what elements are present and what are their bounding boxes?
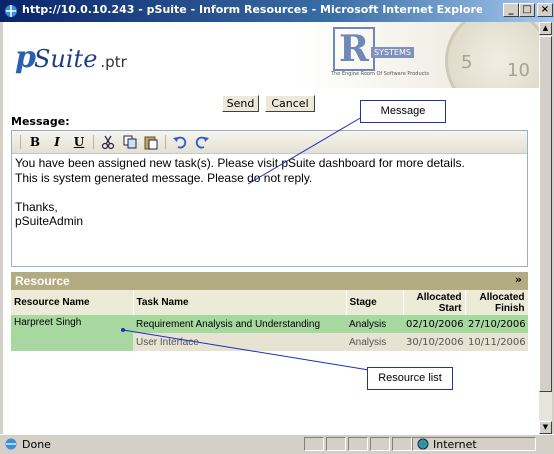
collapse-icon[interactable]: »	[515, 273, 522, 286]
toolbar-separator	[165, 135, 166, 149]
ie-icon	[5, 5, 17, 17]
bold-button[interactable]: B	[27, 134, 43, 150]
stage-cell: Analysis	[346, 333, 403, 351]
task-name-cell: User Interface	[133, 333, 346, 351]
status-cell	[326, 437, 346, 451]
cancel-button[interactable]: Cancel	[265, 95, 315, 112]
undo-icon[interactable]	[172, 134, 188, 150]
message-label: Message:	[11, 115, 70, 128]
zone-text: Internet	[433, 438, 477, 451]
page-header: pSuite .ptr R SYSTEMS The Engine Room Of …	[3, 22, 539, 88]
scroll-up-icon[interactable]: ▲	[539, 22, 552, 35]
message-editor: B I U You have been assigned new task(s)…	[11, 130, 528, 267]
zone-cell: Internet	[412, 437, 536, 451]
page-icon	[5, 438, 17, 450]
finish-date-cell: 10/11/2006	[465, 333, 528, 351]
logo-suite: Suite	[33, 45, 98, 73]
status-bar: Done Internet	[0, 434, 554, 454]
logo-ptr: .ptr	[100, 53, 127, 71]
redo-icon[interactable]	[194, 134, 210, 150]
status-cell	[304, 437, 324, 451]
logo-p: p	[15, 40, 36, 75]
send-button[interactable]: Send	[222, 95, 259, 112]
paste-icon[interactable]	[143, 134, 159, 150]
italic-button[interactable]: I	[49, 134, 65, 150]
copy-icon[interactable]	[122, 134, 138, 150]
message-body[interactable]: You have been assigned new task(s). Plea…	[15, 156, 520, 264]
column-header-stage[interactable]: Stage	[346, 290, 404, 315]
column-header-task-name[interactable]: Task Name	[133, 290, 347, 315]
status-cell	[370, 437, 390, 451]
clock-number: 5	[461, 52, 473, 73]
task-name-cell: Requirement Analysis and Understanding	[133, 315, 346, 333]
title-bar: http://10.0.10.243 - pSuite - Inform Res…	[0, 0, 554, 22]
message-callout: Message	[360, 100, 446, 123]
status-cell	[392, 437, 412, 451]
r-systems-logo: R SYSTEMS The Engine Room Of Software Pr…	[331, 27, 439, 82]
resource-section-header: Resource »	[11, 272, 528, 290]
globe-icon	[417, 438, 429, 450]
status-cell	[348, 437, 368, 451]
psuite-logo: pSuite .ptr	[15, 40, 127, 75]
scroll-down-icon[interactable]: ▼	[539, 421, 552, 434]
table-header-row: Resource Name Task Name Stage Allocated …	[11, 290, 529, 315]
resource-title: Resource	[15, 274, 70, 288]
clock-graphic: 5 10	[443, 22, 539, 88]
stage-cell: Analysis	[346, 315, 403, 333]
close-button[interactable]: ×	[537, 3, 553, 17]
resource-table: Resource Name Task Name Stage Allocated …	[11, 290, 529, 351]
toolbar-separator	[93, 135, 94, 149]
r-systems-tagline: The Engine Room Of Software Products	[331, 71, 429, 77]
cut-icon[interactable]	[100, 134, 116, 150]
scroll-thumb[interactable]	[539, 36, 552, 392]
column-header-allocated-finish[interactable]: Allocated Finish	[465, 290, 529, 315]
underline-button[interactable]: U	[71, 134, 87, 150]
minimize-button[interactable]: _	[503, 3, 519, 17]
status-text: Done	[22, 438, 51, 451]
resource-name-cell: Harpreet Singh	[11, 315, 133, 351]
maximize-button[interactable]: □	[519, 3, 535, 17]
vertical-scrollbar[interactable]: ▲ ▼	[539, 22, 552, 434]
finish-date-cell: 27/10/2006	[465, 315, 528, 333]
clock-number: 10	[507, 60, 530, 81]
column-header-allocated-start[interactable]: Allocated Start	[403, 290, 466, 315]
table-row[interactable]: Harpreet Singh Requirement Analysis and …	[11, 315, 528, 351]
r-systems-name: SYSTEMS	[371, 47, 414, 58]
start-date-cell: 02/10/2006	[403, 315, 465, 333]
editor-toolbar: B I U	[12, 131, 527, 154]
start-date-cell: 30/10/2006	[403, 333, 465, 351]
window-title: http://10.0.10.243 - pSuite - Inform Res…	[22, 3, 482, 16]
column-header-resource-name[interactable]: Resource Name	[11, 290, 134, 315]
resource-list-callout: Resource list	[367, 367, 453, 390]
r-systems-mark: R	[333, 27, 375, 71]
page-content: pSuite .ptr R SYSTEMS The Engine Room Of …	[3, 22, 539, 434]
toolbar-separator	[20, 135, 21, 149]
